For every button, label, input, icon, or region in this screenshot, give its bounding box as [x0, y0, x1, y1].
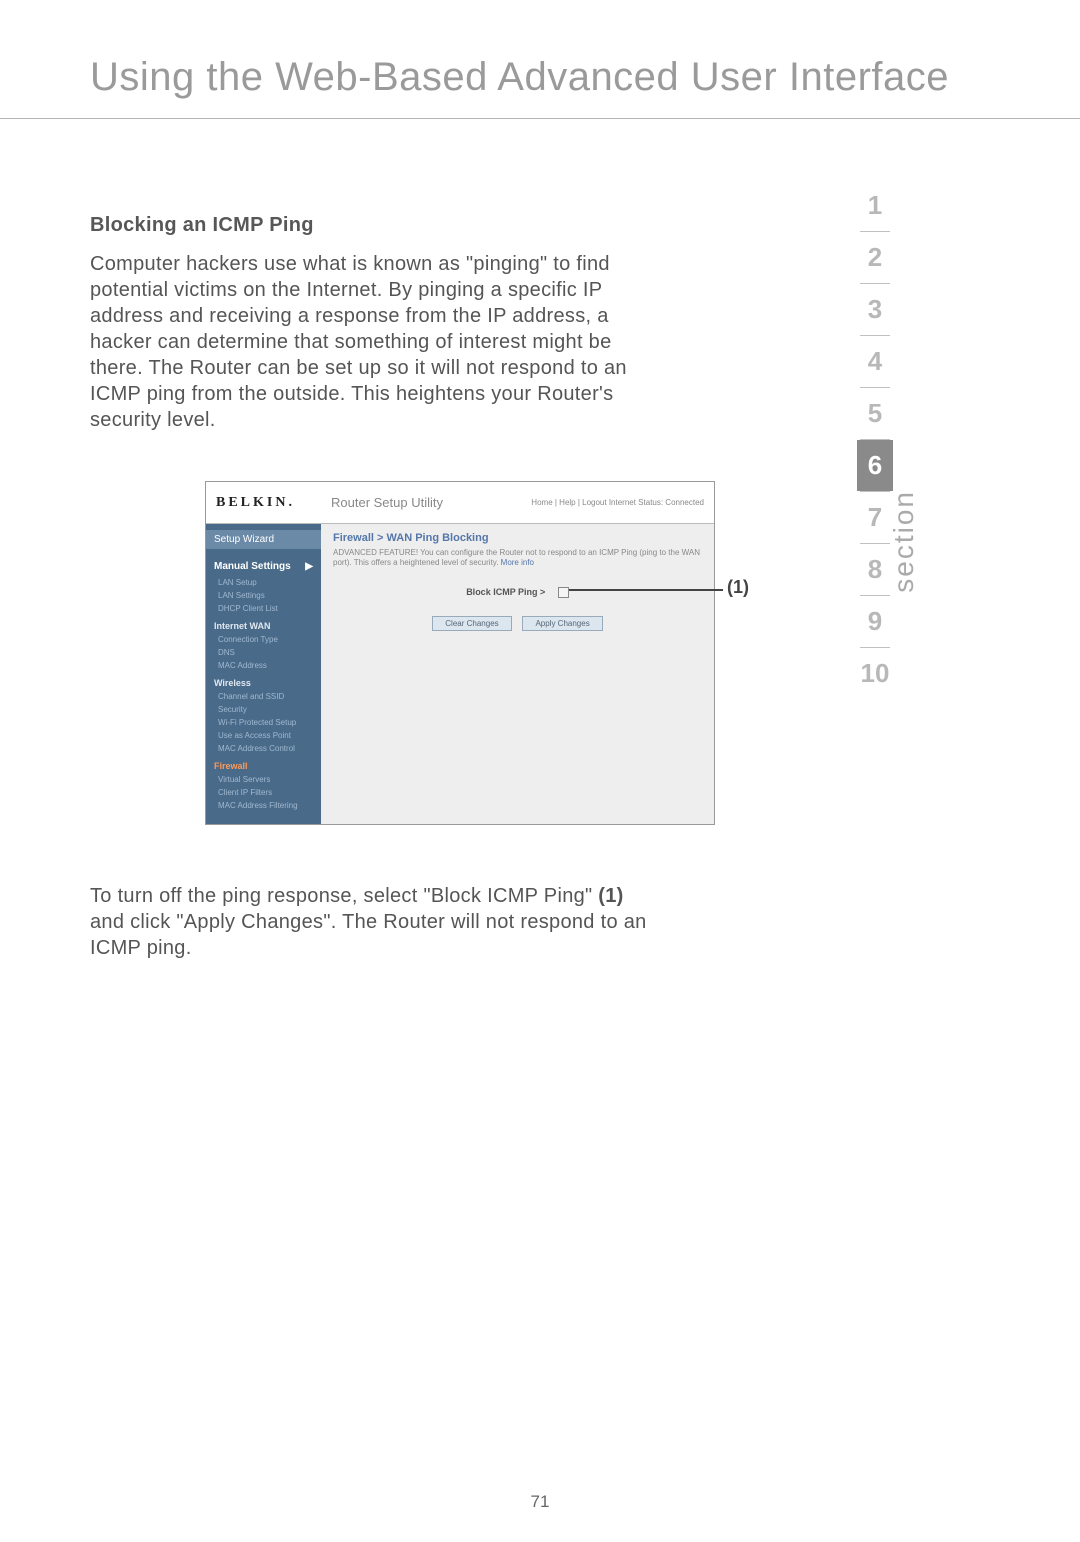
sidebar-setup-wizard[interactable]: Setup Wizard	[206, 530, 321, 549]
body-paragraph: Computer hackers use what is known as "p…	[90, 251, 650, 433]
sidebar-cat-wireless: Wireless	[206, 672, 321, 690]
sidebar-item[interactable]: Connection Type	[206, 633, 321, 646]
sidebar-cat-wan: Internet WAN	[206, 615, 321, 633]
sidebar-item[interactable]: MAC Address Filtering	[206, 799, 321, 812]
after-text-bold: (1)	[598, 885, 623, 907]
apply-changes-button[interactable]: Apply Changes	[522, 616, 602, 631]
feature-description: ADVANCED FEATURE! You can configure the …	[333, 548, 702, 569]
section-nav-item-10[interactable]: 10	[857, 648, 893, 699]
block-icmp-label: Block ICMP Ping >	[466, 587, 545, 597]
sidebar-item[interactable]: DHCP Client List	[206, 602, 321, 615]
sidebar-item[interactable]: MAC Address	[206, 659, 321, 672]
section-nav-item-9[interactable]: 9	[857, 596, 893, 647]
section-subhead: Blocking an ICMP Ping	[90, 214, 650, 237]
embedded-screenshot: BELKIN. Router Setup Utility Home | Help…	[205, 481, 745, 825]
sidebar-item[interactable]: LAN Settings	[206, 589, 321, 602]
content-area: Blocking an ICMP Ping Computer hackers u…	[0, 119, 800, 961]
section-nav-item-3[interactable]: 3	[857, 284, 893, 335]
sidebar-manual-label: Manual Settings	[214, 561, 291, 572]
section-nav-item-4[interactable]: 4	[857, 336, 893, 387]
breadcrumb: Firewall > WAN Ping Blocking	[333, 532, 702, 544]
sidebar-item[interactable]: Client IP Filters	[206, 786, 321, 799]
belkin-logo: BELKIN.	[216, 495, 321, 511]
router-setup-window: BELKIN. Router Setup Utility Home | Help…	[205, 481, 715, 825]
after-text-pre: To turn off the ping response, select "B…	[90, 885, 598, 907]
router-sidebar: Setup Wizard Manual Settings ▶ LAN Setup…	[206, 524, 321, 824]
section-nav: 12345678910	[855, 180, 895, 699]
sidebar-item[interactable]: MAC Address Control	[206, 742, 321, 755]
router-utility-title: Router Setup Utility	[321, 495, 531, 510]
after-paragraph: To turn off the ping response, select "B…	[90, 825, 650, 961]
sidebar-cat-firewall: Firewall	[206, 755, 321, 773]
page-title: Using the Web-Based Advanced User Interf…	[0, 0, 1080, 119]
sidebar-item[interactable]: DNS	[206, 646, 321, 659]
callout-1-label: (1)	[727, 577, 749, 598]
section-nav-item-5[interactable]: 5	[857, 388, 893, 439]
sidebar-item[interactable]: Channel and SSID	[206, 690, 321, 703]
sidebar-item[interactable]: Virtual Servers	[206, 773, 321, 786]
callout-leader-line	[569, 589, 723, 591]
sidebar-manual-settings[interactable]: Manual Settings ▶	[206, 555, 321, 576]
page-number: 71	[0, 1492, 1080, 1512]
router-header: BELKIN. Router Setup Utility Home | Help…	[206, 482, 714, 524]
router-body: Setup Wizard Manual Settings ▶ LAN Setup…	[206, 524, 714, 824]
sidebar-item[interactable]: Security	[206, 703, 321, 716]
block-icmp-checkbox[interactable]	[558, 587, 569, 598]
chevron-right-icon: ▶	[305, 561, 313, 572]
section-nav-item-1[interactable]: 1	[857, 180, 893, 231]
sidebar-item[interactable]: Wi-Fi Protected Setup	[206, 716, 321, 729]
section-vertical-label: section	[888, 490, 920, 593]
router-header-links[interactable]: Home | Help | Logout Internet Status: Co…	[531, 498, 704, 507]
section-nav-item-2[interactable]: 2	[857, 232, 893, 283]
sidebar-item[interactable]: Use as Access Point	[206, 729, 321, 742]
section-nav-item-6[interactable]: 6	[857, 440, 893, 491]
button-row: Clear Changes Apply Changes	[333, 616, 702, 631]
sidebar-item[interactable]: LAN Setup	[206, 576, 321, 589]
more-info-link[interactable]: More info	[501, 558, 534, 567]
router-main-panel: Firewall > WAN Ping Blocking ADVANCED FE…	[321, 524, 714, 824]
clear-changes-button[interactable]: Clear Changes	[432, 616, 511, 631]
after-text-post: and click "Apply Changes". The Router wi…	[90, 911, 647, 959]
